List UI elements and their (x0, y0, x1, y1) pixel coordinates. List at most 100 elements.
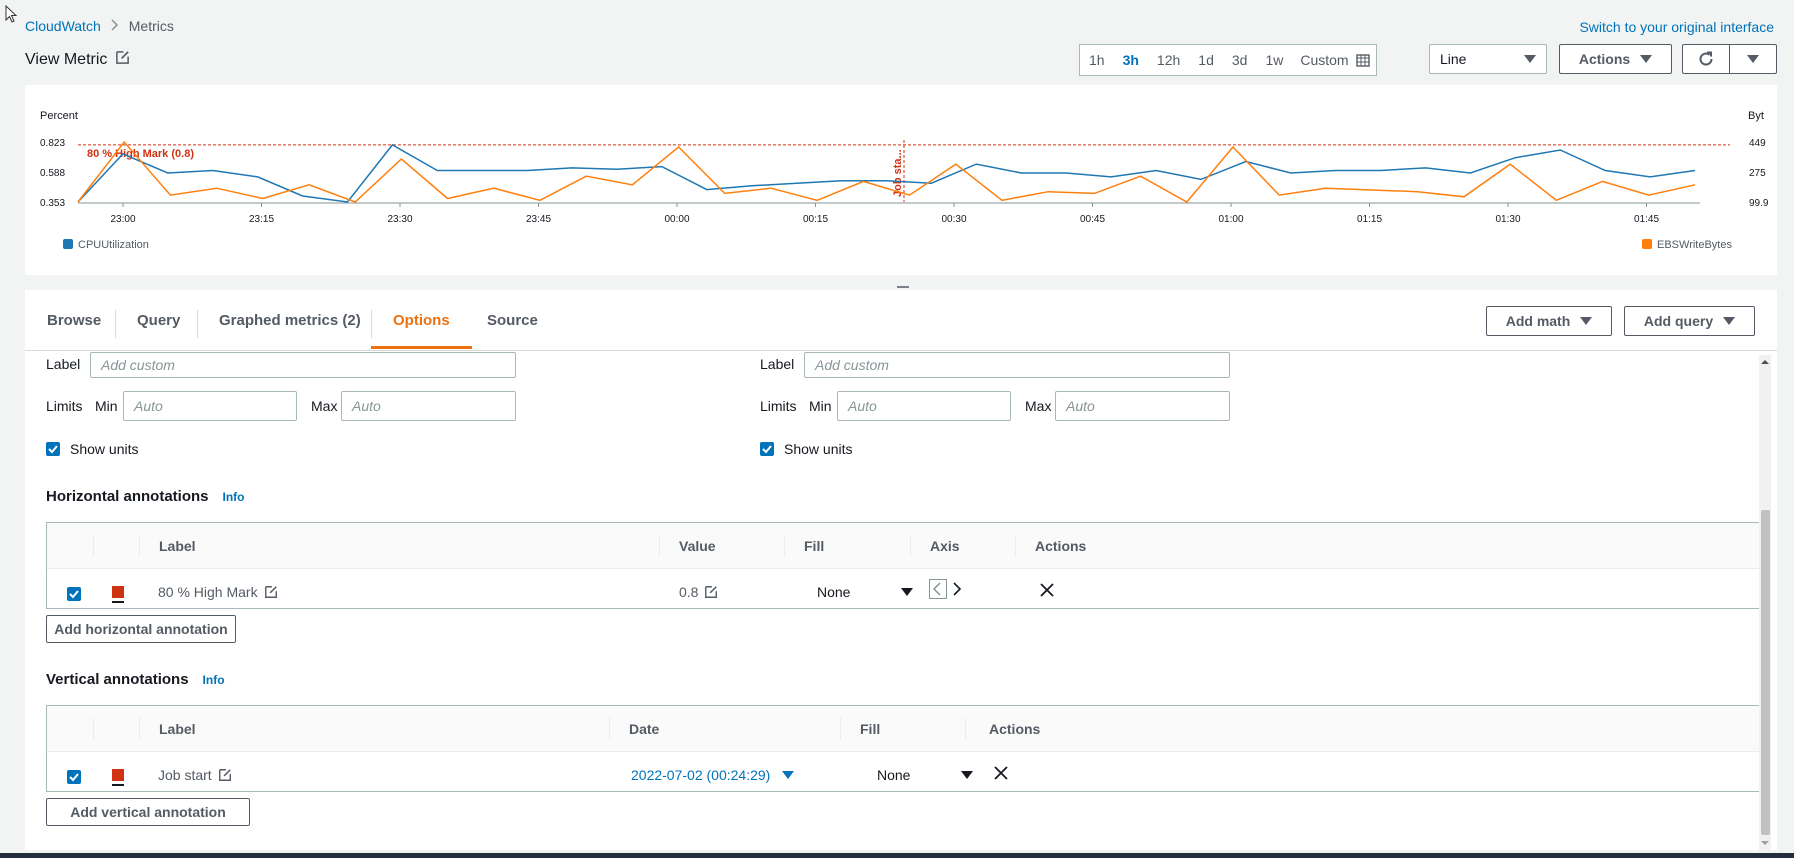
v-annotation-fill-select[interactable]: None (877, 767, 973, 783)
range-1h[interactable]: 1h (1080, 46, 1114, 74)
v-annotation-color-swatch[interactable] (112, 769, 124, 781)
column-divider (659, 535, 660, 557)
dropdown-caret-icon (1580, 317, 1593, 325)
horizontal-annotations-info-link[interactable]: Info (223, 490, 245, 504)
h-annotation-label-cell[interactable]: 80 % High Mark (158, 584, 278, 600)
dropdown-caret-icon (961, 771, 973, 779)
right-axis-limits-text: Limits (760, 398, 797, 414)
graph-type-value: Line (1440, 51, 1467, 67)
h-annotation-fill-select[interactable]: None (817, 584, 913, 600)
add-query-label: Add query (1643, 313, 1714, 329)
h-annotation-value-cell[interactable]: 0.8 (679, 584, 718, 600)
tab-options[interactable]: Options (371, 290, 472, 349)
v-annotation-date-picker[interactable]: 2022-07-02 (00:24:29) (631, 767, 795, 783)
left-axis-limits-text: Limits (46, 398, 83, 414)
column-divider (139, 718, 140, 740)
range-custom-label: Custom (1300, 52, 1349, 68)
edit-icon[interactable] (704, 585, 718, 599)
page-title: View Metric (25, 51, 108, 68)
range-1w[interactable]: 1w (1256, 46, 1292, 74)
add-math-label: Add math (1505, 313, 1571, 329)
add-query-button[interactable]: Add query (1624, 306, 1755, 336)
vertical-annotations-info-link[interactable]: Info (203, 673, 225, 687)
dropdown-caret-icon (1747, 55, 1759, 63)
left-axis-tick: 0.588 (40, 168, 65, 179)
add-vertical-annotation-button[interactable]: Add vertical annotation (46, 798, 250, 826)
dropdown-caret-icon (901, 588, 913, 596)
tab-query[interactable]: Query (115, 290, 202, 348)
resize-handle-icon[interactable] (897, 280, 909, 292)
h-annotation-delete-button[interactable] (1039, 582, 1055, 598)
left-axis-min-input[interactable]: Auto (123, 391, 297, 421)
left-axis-max-input[interactable]: Auto (341, 391, 516, 421)
column-divider (609, 718, 610, 740)
vertical-annotations-table: Label Date Fill Actions Job start 2022-0… (46, 705, 1764, 792)
tab-browse[interactable]: Browse (25, 290, 123, 348)
horizontal-annotations-table: Label Value Fill Axis Actions 80 % High … (46, 522, 1764, 609)
tab-graphed-metrics[interactable]: Graphed metrics (2) (197, 290, 383, 348)
edit-icon[interactable] (218, 768, 232, 782)
table-header: Label Value Fill Axis Actions (47, 523, 1763, 569)
refresh-options-button[interactable] (1729, 44, 1777, 74)
range-3d[interactable]: 3d (1223, 46, 1257, 74)
switch-interface-link[interactable]: Switch to your original interface (1579, 19, 1774, 35)
x-axis-tick: 00:00 (664, 214, 689, 225)
tab-source[interactable]: Source (465, 290, 560, 348)
range-12h[interactable]: 12h (1148, 46, 1189, 74)
left-axis-label-text: Label (46, 356, 81, 372)
add-horizontal-annotation-button[interactable]: Add horizontal annotation (46, 615, 236, 643)
column-divider (93, 718, 94, 740)
legend-label-ebswritebytes: EBSWriteBytes (1657, 239, 1732, 251)
right-show-units-checkbox[interactable] (760, 442, 774, 456)
range-custom[interactable]: Custom (1292, 52, 1375, 68)
v-annotation-delete-button[interactable] (993, 765, 1009, 781)
right-axis-min-input[interactable]: Auto (837, 391, 1011, 421)
calendar-icon (1355, 54, 1370, 67)
right-axis-label-input[interactable]: Add custom (804, 352, 1230, 378)
right-axis-max-input[interactable]: Auto (1055, 391, 1230, 421)
breadcrumb-cloudwatch[interactable]: CloudWatch (25, 18, 101, 34)
right-axis-min-text: Min (809, 398, 832, 414)
edit-title-icon[interactable] (115, 50, 130, 70)
metric-chart[interactable]: Percent Byt 0.823 0.588 0.353 449 275 99.9 23:00… (25, 85, 1777, 275)
range-1d[interactable]: 1d (1189, 46, 1223, 74)
range-3h[interactable]: 3h (1114, 46, 1148, 74)
h-annotation-value: 0.8 (679, 584, 699, 600)
v-annotation-date: 2022-07-02 (00:24:29) (631, 767, 771, 783)
right-axis-tick: 99.9 (1749, 198, 1769, 209)
scroll-up-icon[interactable] (1759, 357, 1771, 367)
axis-left-button[interactable] (929, 579, 947, 599)
graph-type-select[interactable]: Line (1429, 44, 1547, 74)
h-annotation-enabled-checkbox[interactable] (67, 587, 81, 601)
left-show-units-checkbox[interactable] (46, 442, 60, 456)
left-axis-max-text: Max (311, 398, 338, 414)
actions-label: Actions (1578, 51, 1631, 67)
horizontal-annotation-label: 80 % High Mark (0.8) (87, 148, 194, 160)
actions-button[interactable]: Actions (1559, 44, 1672, 74)
v-annotation-fill-value: None (877, 767, 911, 783)
column-date: Date (629, 721, 660, 737)
close-icon (994, 766, 1008, 780)
h-annotation-fill-value: None (817, 584, 851, 600)
column-fill: Fill (860, 721, 881, 737)
column-divider (840, 718, 841, 740)
scrollbar-thumb[interactable] (1761, 510, 1770, 835)
vertical-annotations-title: Vertical annotations Info (46, 671, 225, 688)
scroll-down-icon[interactable] (1759, 838, 1771, 848)
left-axis-label-input[interactable]: Add custom (90, 352, 516, 378)
legend-swatch-cpuutilization (63, 239, 73, 249)
axis-right-button[interactable] (949, 579, 965, 599)
add-math-button[interactable]: Add math (1486, 306, 1612, 336)
v-annotation-enabled-checkbox[interactable] (67, 770, 81, 784)
right-show-units-label: Show units (784, 441, 853, 457)
h-annotation-color-swatch[interactable] (112, 586, 124, 598)
v-annotation-label-cell[interactable]: Job start (158, 767, 232, 783)
column-actions: Actions (989, 721, 1041, 737)
column-divider (910, 535, 911, 557)
column-label: Label (159, 538, 196, 554)
x-axis-tick: 01:45 (1634, 214, 1659, 225)
edit-icon[interactable] (264, 585, 278, 599)
refresh-button[interactable] (1682, 44, 1730, 74)
column-actions: Actions (1035, 538, 1087, 554)
column-value: Value (679, 538, 716, 554)
